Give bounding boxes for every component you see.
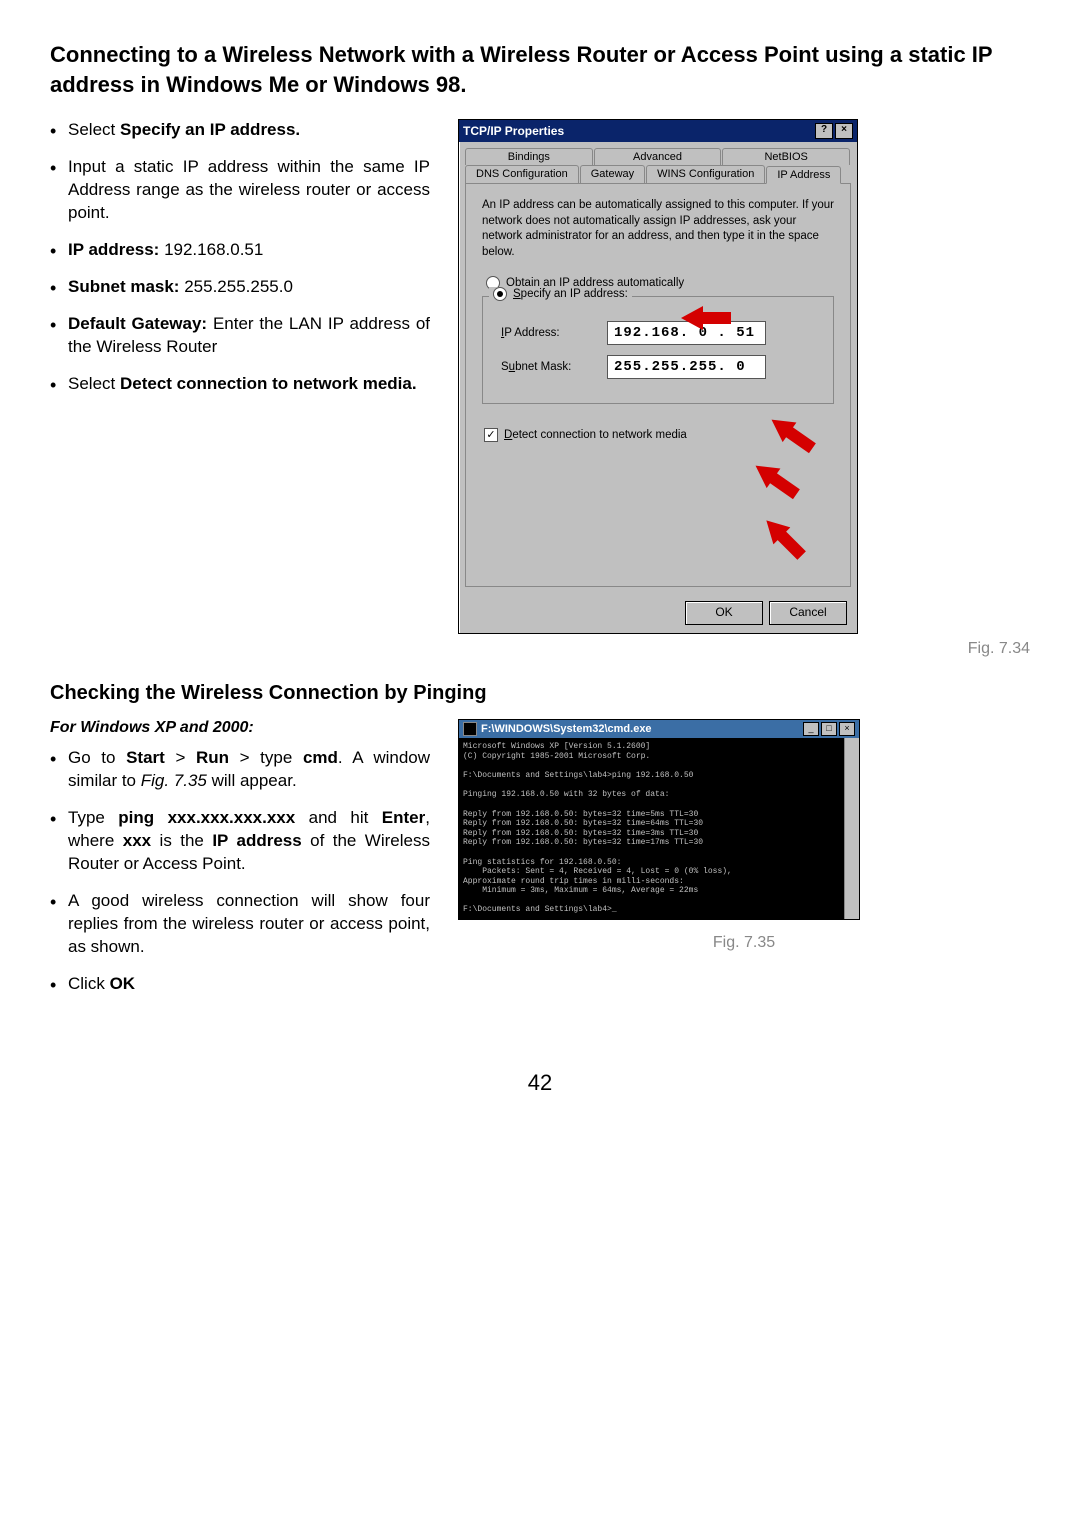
cmd-title-text: F:\WINDOWS\System32\cmd.exe	[481, 723, 801, 735]
figure-caption-2: Fig. 7.35	[458, 934, 1030, 952]
minimize-button[interactable]: _	[803, 722, 819, 736]
bullet-start-run-cmd: Go to Start > Run > type cmd. A window s…	[50, 747, 430, 793]
tab-bindings[interactable]: Bindings	[465, 148, 593, 165]
top-bullet-list: Select Specify an IP address. Input a st…	[50, 119, 430, 395]
tab-strip: Bindings Advanced NetBIOS DNS Configurat…	[459, 142, 857, 183]
cmd-output: Microsoft Windows XP [Version 5.1.2600] …	[459, 738, 859, 919]
close-button[interactable]: ×	[835, 123, 853, 139]
section-heading-pinging: Checking the Wireless Connection by Ping…	[50, 682, 1030, 705]
cmd-window: F:\WINDOWS\System32\cmd.exe _ □ × Micros…	[458, 719, 860, 920]
cmd-title-bar: F:\WINDOWS\System32\cmd.exe _ □ ×	[459, 720, 859, 738]
bullet-input-static: Input a static IP address within the sam…	[50, 156, 430, 225]
radio-specify-ip[interactable]: Specify an IP address:	[489, 287, 632, 301]
tab-advanced[interactable]: Advanced	[594, 148, 722, 165]
ip-address-input[interactable]: 192.168. 0 . 51	[607, 321, 766, 345]
bullet-specify-ip: Select Specify an IP address.	[50, 119, 430, 142]
subnet-mask-label: Subnet Mask:	[501, 361, 591, 373]
radio-icon-selected	[493, 287, 507, 301]
ok-button[interactable]: OK	[685, 601, 763, 625]
page-number: 42	[50, 1070, 1030, 1096]
figure-caption-1: Fig. 7.34	[458, 640, 1030, 658]
dialog-title-bar: TCP/IP Properties ? ×	[459, 120, 857, 142]
subnet-mask-input[interactable]: 255.255.255. 0	[607, 355, 766, 379]
bullet-ip-address: IP address: 192.168.0.51	[50, 239, 430, 262]
subheading-xp-2000: For Windows XP and 2000:	[50, 719, 430, 737]
cancel-button[interactable]: Cancel	[769, 601, 847, 625]
bottom-bullet-list: Go to Start > Run > type cmd. A window s…	[50, 747, 430, 995]
maximize-button[interactable]: □	[821, 722, 837, 736]
help-button[interactable]: ?	[815, 123, 833, 139]
bullet-detect-media: Select Detect connection to network medi…	[50, 373, 430, 396]
bullet-type-ping: Type ping xxx.xxx.xxx.xxx and hit Enter,…	[50, 807, 430, 876]
bullet-default-gateway: Default Gateway: Enter the LAN IP addres…	[50, 313, 430, 359]
bullet-subnet-mask: Subnet mask: 255.255.255.0	[50, 276, 430, 299]
dialog-title: TCP/IP Properties	[463, 124, 813, 138]
bullet-click-ok: Click OK	[50, 973, 430, 996]
scrollbar[interactable]	[844, 738, 859, 919]
checkbox-icon: ✓	[484, 428, 498, 442]
detect-media-label: Detect connection to network media	[504, 429, 687, 441]
tab-dns[interactable]: DNS Configuration	[465, 165, 579, 183]
page-heading: Connecting to a Wireless Network with a …	[50, 40, 1030, 99]
close-button[interactable]: ×	[839, 722, 855, 736]
tab-wins[interactable]: WINS Configuration	[646, 165, 765, 183]
cmd-icon	[463, 722, 477, 736]
tab-ip-address[interactable]: IP Address	[766, 166, 841, 184]
tab-gateway[interactable]: Gateway	[580, 165, 645, 183]
bullet-good-connection: A good wireless connection will show fou…	[50, 890, 430, 959]
detect-media-checkbox-row[interactable]: ✓ Detect connection to network media	[484, 428, 838, 442]
tab-netbios[interactable]: NetBIOS	[722, 148, 850, 165]
tcpip-properties-dialog: TCP/IP Properties ? × Bindings Advanced …	[458, 119, 858, 634]
dialog-description: An IP address can be automatically assig…	[482, 198, 834, 260]
radio-specify-label: Specify an IP address:	[513, 288, 628, 300]
ip-address-label: IP Address:	[501, 327, 591, 339]
tab-body: An IP address can be automatically assig…	[465, 183, 851, 587]
